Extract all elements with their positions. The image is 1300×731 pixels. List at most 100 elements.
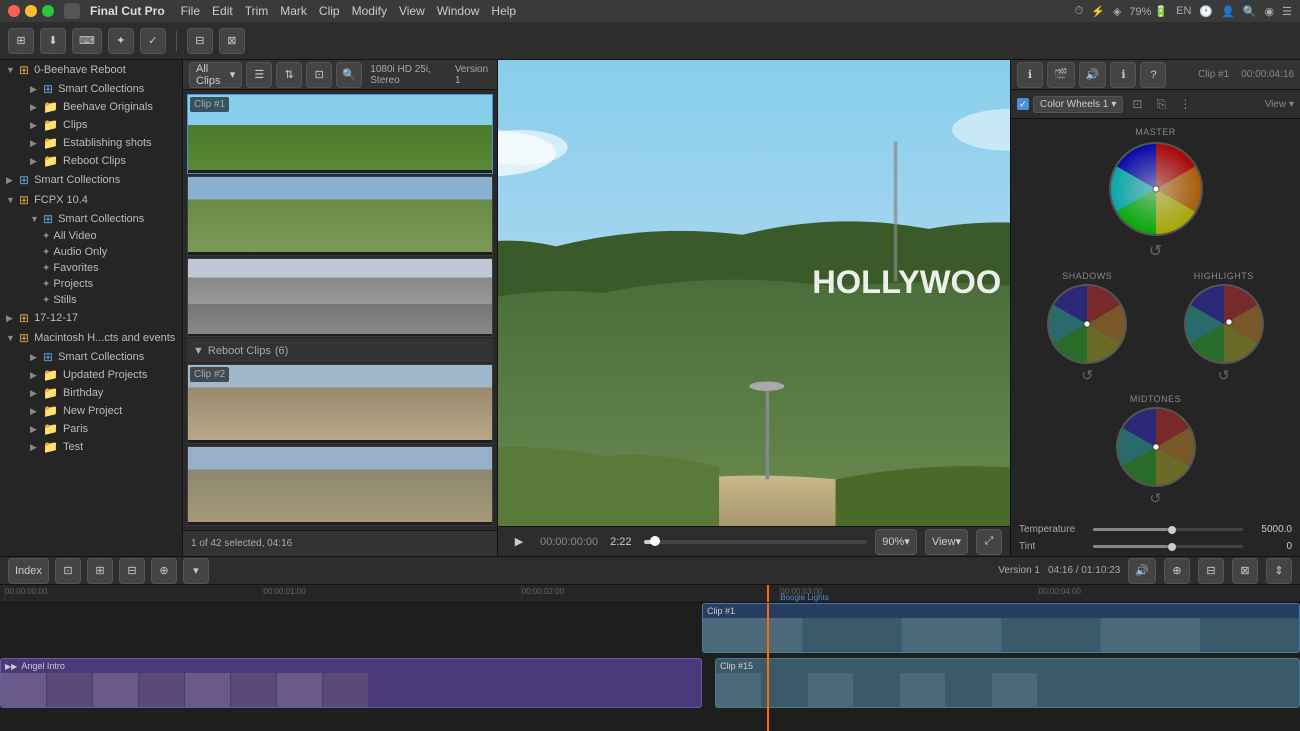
menu-window[interactable]: Window: [437, 4, 480, 18]
sidebar: ▼ ⊞ 0-Beehave Reboot ▶ ⊞ Smart Collectio…: [0, 60, 183, 556]
menu-help[interactable]: Help: [491, 4, 516, 18]
inspector-toggle-btn[interactable]: ℹ: [1017, 62, 1043, 88]
menu-clip[interactable]: Clip: [319, 4, 340, 18]
midtones-wheel[interactable]: [1115, 406, 1197, 488]
timeline-expand-btn[interactable]: ⊕: [151, 558, 177, 584]
panel-toggle-btn[interactable]: ⊠: [219, 28, 245, 54]
section-header-reboot-clips[interactable]: ▼ Reboot Clips (6): [187, 339, 493, 362]
highlights-reset-icon[interactable]: ↺: [1218, 367, 1230, 384]
timeline-marker-btn[interactable]: ⊞: [87, 558, 113, 584]
sidebar-item-beehave-originals[interactable]: ▶ 📁 Beehave Originals: [0, 98, 182, 116]
layout-toggle-btn[interactable]: ⊟: [187, 28, 213, 54]
group-smart-collections[interactable]: ▶ ⊞ Smart Collections: [0, 170, 182, 190]
clip-item-3[interactable]: [187, 258, 493, 338]
index-btn[interactable]: Index: [8, 558, 49, 584]
question-btn[interactable]: ?: [1140, 62, 1166, 88]
timeline-role-btn[interactable]: ⊟: [119, 558, 145, 584]
sidebar-item-audio-only[interactable]: ✦ Audio Only: [0, 244, 182, 260]
view-label: View: [1265, 99, 1287, 110]
sidebar-item-new-project[interactable]: ▶ 📁 New Project: [0, 402, 182, 420]
group-macintosh[interactable]: ▼ ⊞ Macintosh H...cts and events: [0, 328, 182, 348]
inspector-toolbar: ℹ 🎬 🔊 ℹ ? Clip #1 00:00:04:16: [1011, 60, 1300, 90]
master-wheel[interactable]: [1106, 139, 1206, 239]
fullscreen-button[interactable]: [42, 5, 54, 17]
clip-item-1[interactable]: Clip #1: [187, 94, 493, 174]
done-btn[interactable]: ✓: [140, 28, 166, 54]
sort-btn[interactable]: ⇅: [276, 62, 302, 88]
timeline-solo-btn[interactable]: ⊕: [1164, 558, 1190, 584]
clip-item-5[interactable]: [187, 446, 493, 526]
media-import-btn[interactable]: ⬇: [40, 28, 66, 54]
play-btn[interactable]: ▶: [506, 529, 532, 555]
sidebar-item-projects[interactable]: ✦ Projects: [0, 276, 182, 292]
temperature-slider[interactable]: [1093, 528, 1243, 531]
library-btn[interactable]: ⊞: [8, 28, 34, 54]
midtones-reset-icon[interactable]: ↺: [1150, 490, 1162, 507]
menu-trim[interactable]: Trim: [245, 4, 269, 18]
master-reset-icon[interactable]: ↺: [1149, 241, 1162, 261]
tint-slider[interactable]: [1093, 545, 1243, 548]
keyword-btn[interactable]: ⌨: [72, 28, 102, 54]
timeline-audio-btn[interactable]: 🔊: [1128, 558, 1156, 584]
sidebar-item-establishing-shots[interactable]: ▶ 📁 Establishing shots: [0, 134, 182, 152]
track-clip-1-top[interactable]: Clip #1: [702, 603, 1300, 653]
sidebar-item-paris[interactable]: ▶ 📁 Paris: [0, 420, 182, 438]
effect-checkbox[interactable]: ✓: [1017, 98, 1029, 110]
fullscreen-preview-btn[interactable]: ⤢: [976, 529, 1002, 555]
search-btn[interactable]: 🔍: [336, 62, 362, 88]
view-button[interactable]: View ▾: [1265, 99, 1294, 110]
menu-file[interactable]: File: [181, 4, 200, 18]
track-clip-15[interactable]: Clip #15: [715, 658, 1300, 708]
color-wheels-dropdown[interactable]: Color Wheels 1 ▾: [1033, 96, 1123, 113]
clip-item-2[interactable]: [187, 176, 493, 256]
menu-mark[interactable]: Mark: [280, 4, 307, 18]
close-button[interactable]: [8, 5, 20, 17]
clip-count: (6): [275, 345, 288, 357]
enhance-btn[interactable]: ✦: [108, 28, 134, 54]
group-fcpx[interactable]: ▼ ⊞ FCPX 10.4: [0, 190, 182, 210]
sidebar-item-stills[interactable]: ✦ Stills: [0, 292, 182, 308]
highlights-wheel[interactable]: [1183, 283, 1265, 365]
menu-edit[interactable]: Edit: [212, 4, 233, 18]
view-btn[interactable]: View ▾: [925, 529, 968, 555]
item-label: Favorites: [53, 262, 98, 274]
all-clips-dropdown[interactable]: All Clips ▾: [189, 62, 242, 88]
info-btn[interactable]: ℹ: [1110, 62, 1136, 88]
timeline-mute-btn[interactable]: ⊟: [1198, 558, 1224, 584]
group-17-12-17[interactable]: ▶ ⊞ 17-12-17: [0, 308, 182, 328]
sidebar-item-all-video[interactable]: ✦ All Video: [0, 228, 182, 244]
clip-item-4[interactable]: Clip #2: [187, 364, 493, 444]
sidebar-item-updated-projects[interactable]: ▶ 📁 Updated Projects: [0, 366, 182, 384]
snapshot-btn[interactable]: ⊡: [1127, 94, 1147, 114]
track-angel-intro[interactable]: ▶▶ Angel Intro: [0, 658, 702, 708]
sidebar-item-smart-collections-3[interactable]: ▶ ⊞ Smart Collections: [0, 348, 182, 366]
options-btn[interactable]: ⋮: [1175, 94, 1195, 114]
progress-bar[interactable]: [644, 540, 868, 544]
zoom-btn[interactable]: 90% ▾: [875, 529, 917, 555]
timeline-zoom-btn[interactable]: ⊠: [1232, 558, 1258, 584]
menu-modify[interactable]: Modify: [352, 4, 387, 18]
sidebar-item-birthday[interactable]: ▶ 📁 Birthday: [0, 384, 182, 402]
sidebar-item-smart-collections-2[interactable]: ▼ ⊞ Smart Collections: [0, 210, 182, 228]
shadows-reset-icon[interactable]: ↺: [1081, 367, 1093, 384]
keyboard-icon: EN: [1176, 5, 1191, 18]
sidebar-item-test[interactable]: ▶ 📁 Test: [0, 438, 182, 456]
timeline-clip-height-btn[interactable]: ⇕: [1266, 558, 1292, 584]
copy-btn[interactable]: ⎘: [1151, 94, 1171, 114]
sidebar-item-smart-collections-1[interactable]: ▶ ⊞ Smart Collections: [0, 80, 182, 98]
shadows-wheel[interactable]: [1046, 283, 1128, 365]
shadows-label: SHADOWS: [1062, 271, 1112, 281]
clip-view-btn[interactable]: ⊡: [306, 62, 332, 88]
minimize-button[interactable]: [25, 5, 37, 17]
audio-btn[interactable]: 🔊: [1079, 62, 1107, 88]
timeline-clip-btn[interactable]: ⊡: [55, 558, 81, 584]
video-btn[interactable]: 🎬: [1047, 62, 1075, 88]
sidebar-item-reboot-clips[interactable]: ▶ 📁 Reboot Clips: [0, 152, 182, 170]
sidebar-item-favorites[interactable]: ✦ Favorites: [0, 260, 182, 276]
menu-view[interactable]: View: [399, 4, 425, 18]
sidebar-item-clips[interactable]: ▶ 📁 Clips: [0, 116, 182, 134]
titlebar-icons: ⏱ ⚡ ◈ 79% 🔋 EN 🕐 👤 🔍 ◉ ☰: [1075, 5, 1292, 18]
timeline-filter-btn[interactable]: ▾: [183, 558, 209, 584]
group-beehave-reboot[interactable]: ▼ ⊞ 0-Beehave Reboot: [0, 60, 182, 80]
list-view-btn[interactable]: ☰: [246, 62, 272, 88]
